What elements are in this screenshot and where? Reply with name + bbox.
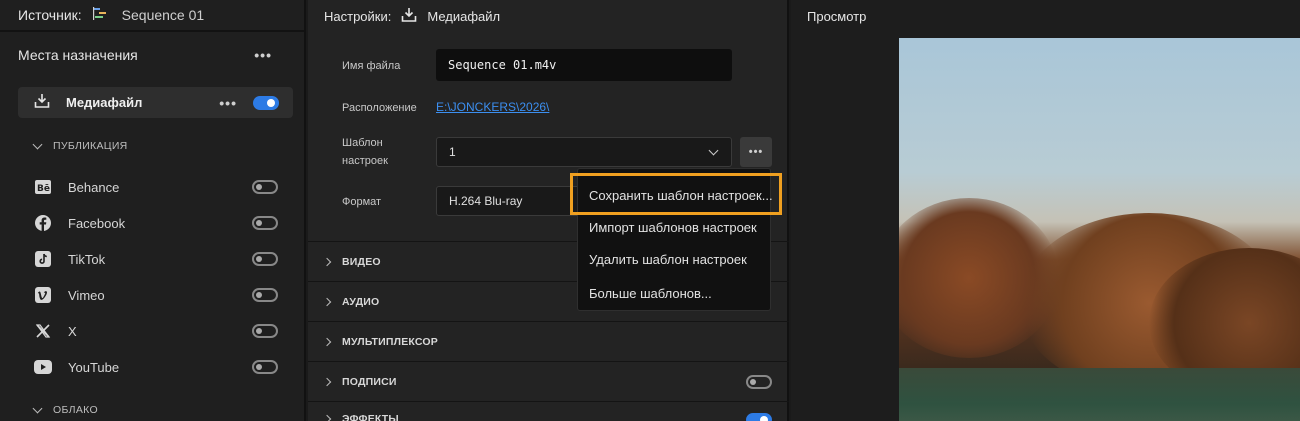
media-file-more-button[interactable]: •••	[219, 95, 237, 111]
settings-header: Настройки: Медиафайл	[308, 0, 787, 32]
menu-item-delete-preset[interactable]: Удалить шаблон настроек	[589, 252, 747, 267]
x-icon	[34, 322, 52, 340]
chevron-right-icon	[322, 297, 332, 306]
cloud-section-label: ОБЛАКО	[53, 404, 98, 416]
section-label: ВИДЕО	[342, 255, 381, 268]
publish-target-vimeo[interactable]: Vimeo	[34, 283, 278, 307]
file-name-input[interactable]: Sequence 01.m4v	[436, 49, 732, 81]
file-name-label: Имя файла	[342, 60, 401, 72]
settings-target: Медиафайл	[427, 8, 501, 24]
location-label: Расположение	[342, 102, 417, 114]
x-toggle[interactable]	[252, 324, 278, 338]
source-bar: Источник: Sequence 01	[0, 0, 304, 32]
media-file-label: Медиафайл	[66, 95, 143, 110]
chevron-right-icon	[322, 414, 332, 421]
vimeo-icon	[34, 286, 52, 304]
tiktok-toggle[interactable]	[252, 252, 278, 266]
menu-item-more-presets[interactable]: Больше шаблонов...	[589, 286, 712, 301]
publish-target-label: Behance	[68, 179, 120, 195]
format-value: H.264 Blu-ray	[449, 194, 523, 208]
behance-toggle[interactable]	[252, 180, 278, 194]
more-dots-icon: •••	[748, 146, 764, 158]
section-captions[interactable]: ПОДПИСИ	[308, 361, 789, 401]
publish-target-tiktok[interactable]: TikTok	[34, 247, 278, 271]
vimeo-toggle[interactable]	[252, 288, 278, 302]
location-link[interactable]: E:\JONCKERS\2026\	[436, 100, 549, 114]
media-file-destination[interactable]: Медиафайл •••	[18, 87, 293, 118]
tiktok-icon	[34, 250, 52, 268]
publication-section[interactable]: ПУБЛИКАЦИЯ	[32, 139, 128, 152]
youtube-icon	[34, 358, 52, 376]
behance-icon: Bē	[34, 178, 52, 196]
svg-text:Bē: Bē	[37, 184, 50, 194]
publish-target-label: X	[68, 323, 77, 339]
publish-target-label: YouTube	[68, 359, 120, 375]
source-label: Источник:	[18, 7, 82, 23]
destinations-more-button[interactable]: •••	[254, 47, 272, 63]
preview-image	[899, 38, 1300, 421]
destinations-title: Места назначения	[18, 47, 138, 63]
destinations-header: Места назначения •••	[0, 32, 304, 78]
section-label: МУЛЬТИПЛЕКСОР	[342, 335, 438, 348]
preset-label-line2: настроек	[342, 155, 388, 167]
chevron-down-icon	[708, 145, 719, 156]
publish-target-youtube[interactable]: YouTube	[34, 355, 278, 379]
download-icon	[401, 7, 417, 26]
section-label: ЭФФЕКТЫ	[342, 413, 399, 421]
publish-target-label: Vimeo	[68, 287, 105, 303]
media-file-toggle[interactable]	[253, 95, 279, 110]
publish-target-x[interactable]: X	[34, 319, 278, 343]
preview-panel: Просмотр	[791, 0, 1300, 421]
sequence-name[interactable]: Sequence 01	[122, 7, 205, 23]
publication-section-label: ПУБЛИКАЦИЯ	[53, 140, 128, 152]
highlight-frame	[570, 173, 782, 215]
section-label: АУДИО	[342, 295, 380, 308]
publish-target-label: Facebook	[68, 215, 126, 231]
section-effects[interactable]: ЭФФЕКТЫ	[308, 401, 789, 421]
youtube-toggle[interactable]	[252, 360, 278, 374]
chevron-down-icon	[32, 139, 43, 149]
captions-toggle[interactable]	[746, 374, 772, 389]
sequence-icon	[92, 6, 108, 25]
chevron-right-icon	[322, 377, 332, 386]
chevron-right-icon	[322, 337, 332, 346]
menu-item-import-presets[interactable]: Импорт шаблонов настроек	[589, 220, 757, 235]
effects-toggle[interactable]	[746, 413, 772, 421]
preset-select[interactable]: 1	[436, 137, 732, 167]
preset-more-button[interactable]: •••	[740, 137, 772, 167]
format-select[interactable]: H.264 Blu-ray	[436, 186, 586, 216]
preset-value: 1	[449, 145, 456, 159]
publish-target-label: TikTok	[68, 251, 106, 267]
facebook-icon	[34, 214, 52, 232]
publish-target-behance[interactable]: Bē Behance	[34, 175, 278, 199]
cloud-section[interactable]: ОБЛАКО	[32, 403, 98, 416]
section-label: ПОДПИСИ	[342, 375, 397, 388]
preview-ground	[899, 368, 1300, 421]
publish-target-facebook[interactable]: Facebook	[34, 211, 278, 235]
facebook-toggle[interactable]	[252, 216, 278, 230]
format-label: Формат	[342, 196, 382, 208]
chevron-down-icon	[32, 403, 43, 413]
destinations-panel: Источник: Sequence 01 Места назначения •…	[0, 0, 306, 421]
section-multiplexer[interactable]: МУЛЬТИПЛЕКСОР	[308, 321, 789, 361]
preview-title: Просмотр	[807, 8, 867, 24]
settings-label: Настройки:	[324, 8, 392, 24]
preset-label-line1: Шаблон	[342, 137, 383, 149]
download-icon	[34, 93, 50, 112]
chevron-right-icon	[322, 257, 332, 266]
